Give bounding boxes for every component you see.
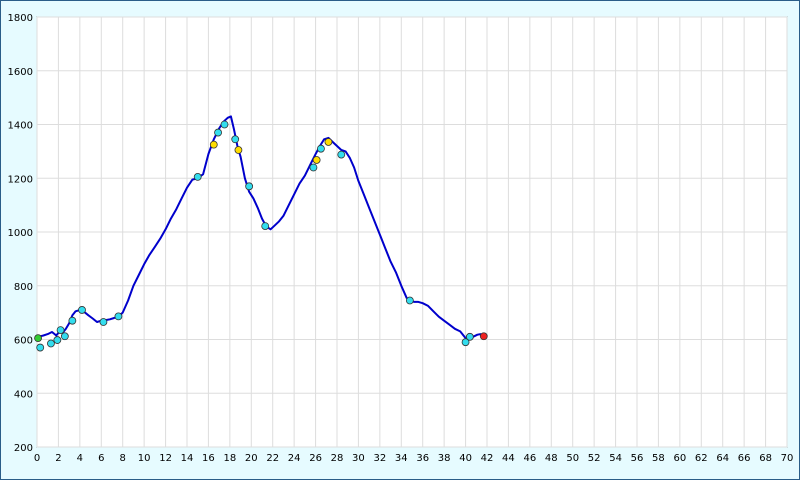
- x-tick-label: 64: [716, 453, 729, 464]
- x-tick-label: 42: [481, 453, 494, 464]
- elevation-chart: 20040060080010001200140016001800 0 2 4 6 8 10…: [8, 13, 794, 464]
- x-tick-label: 10: [138, 453, 151, 464]
- x-tick-label: 18: [223, 453, 236, 464]
- x-tick-label: 22: [266, 453, 279, 464]
- data-point-marker: [465, 332, 474, 341]
- x-tick-label: 14: [181, 453, 194, 464]
- x-tick-label: 26: [309, 453, 322, 464]
- data-point-marker: [324, 138, 333, 146]
- data-point-marker: [405, 296, 414, 305]
- data-point-marker: [114, 312, 123, 321]
- y-tick-label: 1000: [8, 228, 33, 239]
- x-tick-label: 34: [395, 453, 408, 464]
- data-point-marker: [337, 150, 346, 159]
- data-point-marker: [220, 120, 229, 129]
- y-tick-label: 200: [14, 443, 33, 454]
- x-tick-label: 32: [373, 453, 386, 464]
- data-point-marker: [53, 336, 62, 344]
- data-point-marker: [231, 135, 240, 144]
- y-tick-label: 400: [14, 389, 33, 400]
- x-tick-label: 66: [738, 453, 751, 464]
- x-tick-label: 70: [781, 453, 794, 464]
- data-point-marker: [34, 334, 42, 343]
- data-point-marker: [36, 343, 45, 352]
- x-tick-label: 28: [331, 453, 344, 464]
- x-axis-ticks: 0 2 4 6 8 10 12 14 16 18 20 22 24 26 28 30 32 34 36 38 40 42 4…: [34, 453, 794, 464]
- data-point-marker: [309, 163, 318, 172]
- data-point-marker: [193, 173, 202, 181]
- x-tick-label: 4: [77, 453, 83, 464]
- x-tick-label: 48: [545, 453, 558, 464]
- data-point-marker: [479, 332, 488, 341]
- x-tick-label: 2: [55, 453, 61, 464]
- data-point-marker: [60, 332, 69, 341]
- x-tick-label: 40: [459, 453, 472, 464]
- x-tick-label: 8: [120, 453, 126, 464]
- y-tick-label: 600: [14, 336, 33, 347]
- x-tick-label: 0: [34, 453, 40, 464]
- x-tick-label: 36: [416, 453, 429, 464]
- y-tick-label: 1200: [8, 174, 33, 185]
- y-tick-label: 800: [14, 282, 33, 293]
- y-tick-label: 1400: [8, 121, 33, 132]
- x-tick-label: 60: [673, 453, 686, 464]
- data-point-marker: [245, 182, 254, 191]
- x-tick-label: 44: [502, 453, 515, 464]
- x-tick-label: 68: [759, 453, 772, 464]
- data-point-marker: [209, 140, 218, 149]
- x-tick-label: 56: [631, 453, 644, 464]
- data-point-marker: [78, 306, 86, 314]
- x-tick-label: 38: [438, 453, 451, 464]
- x-tick-label: 6: [98, 453, 104, 464]
- x-tick-label: 58: [652, 453, 665, 464]
- data-point-marker: [312, 156, 321, 164]
- x-tick-label: 52: [588, 453, 601, 464]
- data-point-marker: [56, 326, 65, 334]
- data-point-marker: [68, 316, 77, 325]
- x-tick-label: 24: [288, 453, 301, 464]
- x-tick-label: 16: [202, 453, 215, 464]
- x-tick-label: 54: [609, 453, 622, 464]
- x-tick-label: 30: [352, 453, 365, 464]
- data-point-marker: [261, 222, 270, 230]
- y-tick-label: 1800: [8, 13, 33, 24]
- x-tick-label: 46: [523, 453, 536, 464]
- y-axis-ticks: 200 400 600 800 1000 1200 1400 1600 1800: [8, 13, 33, 454]
- data-point-marker: [234, 146, 243, 154]
- data-point-marker: [99, 318, 108, 326]
- x-tick-label: 12: [159, 453, 172, 464]
- data-point-marker: [214, 128, 222, 137]
- data-point-marker: [317, 144, 325, 153]
- chart-frame: 200 400 600 800 1000 1200 1400 1600 1800 0 2 4 6 8 10…: [0, 0, 800, 480]
- y-tick-label: 1600: [8, 67, 33, 78]
- x-tick-label: 20: [245, 453, 258, 464]
- x-tick-label: 62: [695, 453, 708, 464]
- x-tick-label: 50: [566, 453, 579, 464]
- data-point-marker: [47, 339, 55, 348]
